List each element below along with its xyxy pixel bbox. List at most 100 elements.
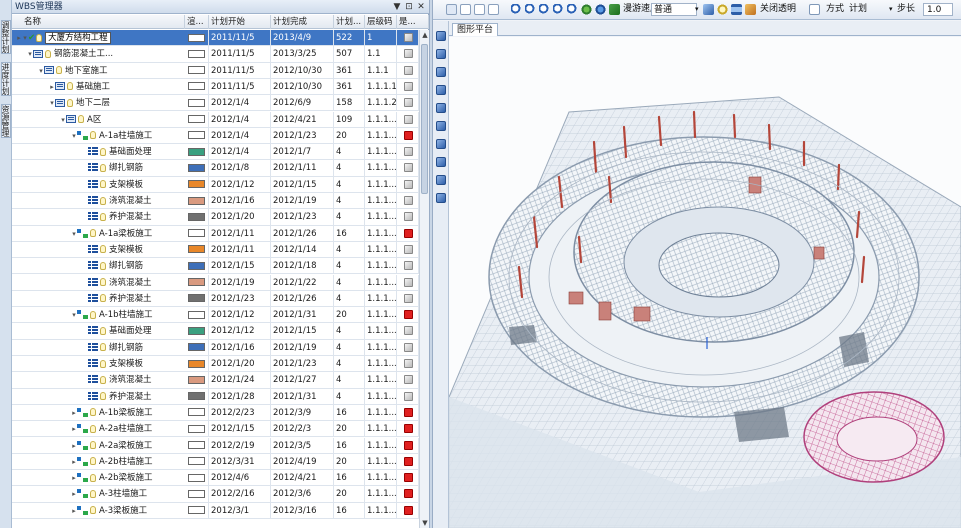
row-visible-cell[interactable]: [397, 437, 419, 454]
row-duration-cell[interactable]: 4: [334, 372, 365, 389]
row-duration-cell[interactable]: 4: [334, 160, 365, 177]
row-color-cell[interactable]: [185, 193, 209, 209]
row-visible-cell[interactable]: [397, 339, 419, 356]
light-bulb-icon[interactable]: [67, 82, 73, 91]
row-name-cell[interactable]: ▸ A-2a柱墙施工: [12, 421, 185, 437]
row-name-cell[interactable]: ▾ A-1a柱墙施工: [12, 128, 185, 144]
row-end-cell[interactable]: 2013/3/25: [271, 46, 334, 63]
row-duration-cell[interactable]: 4: [334, 388, 365, 405]
speed-dropdown-icon[interactable]: ▾: [695, 3, 699, 16]
row-code-cell[interactable]: 1.1.1...: [365, 111, 397, 128]
light-bulb-icon[interactable]: [717, 4, 728, 15]
row-color-cell[interactable]: [185, 258, 209, 275]
table-row[interactable]: ▾ 地下室施工 2011/11/5 2012/10/30 361 1.1.1: [12, 62, 419, 79]
light-bulb-icon[interactable]: [100, 392, 106, 401]
col-header-duration[interactable]: 计划...: [334, 15, 365, 29]
visibility-grey-cube-icon[interactable]: [404, 277, 413, 287]
row-visible-cell[interactable]: [397, 127, 419, 144]
mode-dropdown-icon[interactable]: ▾: [889, 3, 893, 16]
table-row[interactable]: ▸ A-2a梁板施工 2012/2/19 2012/3/5 16 1.1.1...: [12, 437, 419, 454]
light-bulb-icon[interactable]: [90, 441, 96, 449]
light-bulb-icon[interactable]: [100, 163, 106, 172]
row-duration-cell[interactable]: 4: [334, 290, 365, 307]
visibility-grey-cube-icon[interactable]: [404, 81, 413, 91]
visibility-grey-cube-icon[interactable]: [404, 391, 413, 401]
row-duration-cell[interactable]: 4: [334, 356, 365, 372]
row-code-cell[interactable]: 1.1.1...: [365, 241, 397, 258]
back-view-icon[interactable]: [436, 49, 446, 59]
row-name-cell[interactable]: ▸ A-3柱墙施工: [12, 486, 185, 502]
iso-view-2-icon[interactable]: [436, 157, 446, 167]
row-duration-cell[interactable]: 4: [334, 339, 365, 356]
navigate-icon[interactable]: [609, 4, 620, 15]
light-bulb-icon[interactable]: [100, 147, 106, 156]
panel-menu-icon[interactable]: ▼: [392, 2, 402, 12]
row-code-cell[interactable]: 1.1.1...: [365, 193, 397, 209]
light-bulb-icon[interactable]: [90, 506, 96, 515]
table-row[interactable]: 浇筑混凝土 2012/1/19 2012/1/22 4 1.1.1...: [12, 274, 419, 291]
row-visible-cell[interactable]: [397, 404, 419, 421]
row-end-cell[interactable]: 2012/1/31: [271, 307, 334, 324]
table-row[interactable]: 基础面处理 2012/1/4 2012/1/7 4 1.1.1...: [12, 144, 419, 161]
row-color-cell[interactable]: [185, 290, 209, 307]
row-color-cell[interactable]: [185, 388, 209, 405]
table-row[interactable]: ▾ A区 2012/1/4 2012/4/21 109 1.1.1...: [12, 111, 419, 128]
row-duration-cell[interactable]: 109: [334, 111, 365, 128]
visibility-red-cube-icon[interactable]: [404, 505, 413, 515]
row-end-cell[interactable]: 2012/1/23: [271, 127, 334, 144]
row-end-cell[interactable]: 2012/1/19: [271, 193, 334, 209]
row-duration-cell[interactable]: 4: [334, 323, 365, 340]
walk-icon[interactable]: [581, 4, 592, 15]
light-bulb-icon[interactable]: [90, 408, 96, 417]
3d-model-viewport[interactable]: [449, 37, 961, 528]
row-code-cell[interactable]: 1.1.1.2: [365, 95, 397, 112]
row-visible-cell[interactable]: [397, 307, 419, 324]
row-visible-cell[interactable]: [397, 78, 419, 95]
table-row[interactable]: 养护混凝土 2012/1/20 2012/1/23 4 1.1.1...: [12, 209, 419, 226]
row-end-cell[interactable]: 2012/1/19: [271, 339, 334, 356]
row-end-cell[interactable]: 2012/3/5: [271, 437, 334, 454]
light-bulb-icon[interactable]: [36, 33, 43, 42]
row-end-cell[interactable]: 2012/1/23: [271, 209, 334, 226]
col-header-visible[interactable]: 是...: [397, 15, 429, 29]
light-bulb-icon[interactable]: [100, 278, 106, 286]
row-name-cell[interactable]: 浇筑混凝土: [12, 275, 185, 291]
row-code-cell[interactable]: 1.1.1...: [365, 372, 397, 389]
row-visible-cell[interactable]: [397, 95, 419, 112]
col-header-color[interactable]: 渲...: [185, 15, 209, 29]
table-row[interactable]: ▾ A-1b柱墙施工 2012/1/12 2012/1/31 20 1.1.1...: [12, 307, 419, 324]
row-duration-cell[interactable]: 361: [334, 62, 365, 79]
light-bulb-icon[interactable]: [90, 310, 96, 319]
row-start-cell[interactable]: 2012/1/12: [209, 307, 271, 324]
row-code-cell[interactable]: 1.1.1...: [365, 209, 397, 226]
row-duration-cell[interactable]: 20: [334, 127, 365, 144]
light-bulb-icon[interactable]: [100, 245, 106, 254]
row-duration-cell[interactable]: 4: [334, 193, 365, 209]
row-visible-cell[interactable]: [397, 372, 419, 389]
row-start-cell[interactable]: 2012/1/19: [209, 274, 271, 291]
row-name-cell[interactable]: ▾ 地下室施工: [12, 63, 185, 79]
row-color-cell[interactable]: [185, 453, 209, 470]
row-start-cell[interactable]: 2012/1/16: [209, 339, 271, 356]
table-row[interactable]: 绑扎钢筋 2012/1/8 2012/1/11 4 1.1.1...: [12, 160, 419, 177]
row-duration-cell[interactable]: 16: [334, 470, 365, 487]
col-header-end[interactable]: 计划完成: [271, 15, 334, 29]
row-visible-cell[interactable]: [397, 209, 419, 226]
row-visible-cell[interactable]: [397, 356, 419, 372]
row-start-cell[interactable]: 2012/1/28: [209, 388, 271, 405]
light-bulb-icon[interactable]: [100, 294, 106, 303]
row-color-cell[interactable]: [185, 176, 209, 193]
row-code-cell[interactable]: 1.1.1...: [365, 323, 397, 340]
transparency-icon[interactable]: [745, 4, 756, 15]
row-name-cell[interactable]: ▸ A-2b梁板施工: [12, 470, 185, 486]
row-end-cell[interactable]: 2012/1/11: [271, 160, 334, 177]
row-code-cell[interactable]: 1.1.1...: [365, 160, 397, 177]
row-name-cell[interactable]: 支架模板: [12, 177, 185, 193]
row-end-cell[interactable]: 2012/4/21: [271, 111, 334, 128]
row-color-cell[interactable]: [185, 502, 209, 519]
row-start-cell[interactable]: 2012/1/4: [209, 127, 271, 144]
zoom-window-icon[interactable]: [539, 4, 550, 15]
table-row[interactable]: 浇筑混凝土 2012/1/16 2012/1/19 4 1.1.1...: [12, 193, 419, 210]
row-duration-cell[interactable]: 16: [334, 502, 365, 519]
row-end-cell[interactable]: 2012/1/31: [271, 388, 334, 405]
